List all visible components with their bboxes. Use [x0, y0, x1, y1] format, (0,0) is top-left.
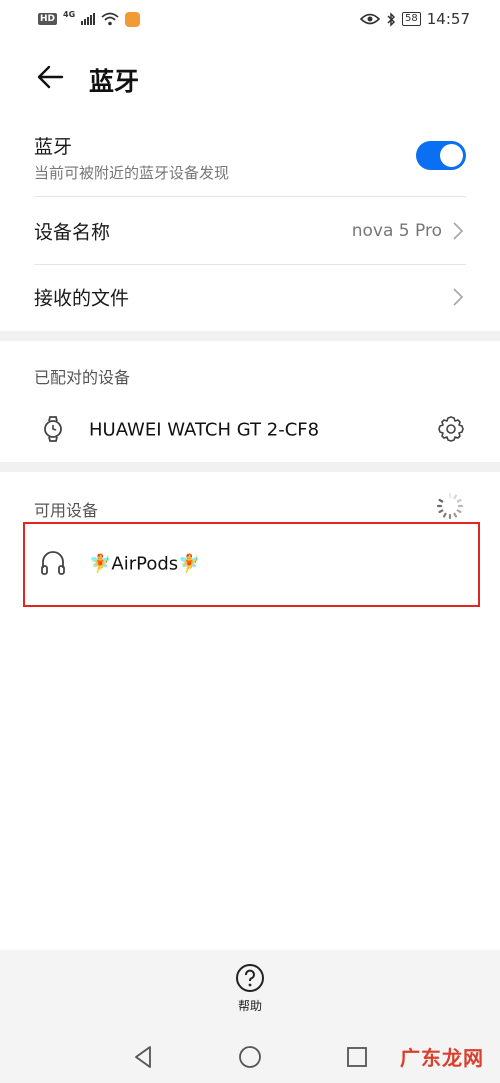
divider — [34, 196, 466, 197]
watermark-text: 广东龙网 — [400, 1046, 484, 1070]
highlight-box — [23, 522, 480, 607]
back-arrow-icon[interactable] — [34, 60, 68, 94]
wifi-icon — [101, 12, 119, 26]
available-devices-title: 可用设备 — [34, 501, 99, 520]
app-header: 蓝牙 — [0, 48, 500, 108]
nav-recents-icon[interactable] — [344, 1044, 370, 1070]
status-right: 58 14:57 — [360, 10, 470, 28]
hd-badge: HD — [38, 13, 58, 25]
help-button[interactable]: 帮助 — [226, 960, 274, 1014]
battery-icon: 58 — [402, 12, 421, 26]
chevron-right-icon — [453, 288, 464, 306]
device-name-label: 设备名称 — [34, 221, 111, 244]
bluetooth-switch[interactable] — [416, 141, 466, 170]
paired-devices-title: 已配对的设备 — [34, 368, 131, 387]
received-files-row[interactable]: 接收的文件 — [34, 265, 466, 329]
switch-knob — [440, 144, 463, 167]
status-left: HD 4G — [38, 9, 141, 27]
device-name-row[interactable]: 设备名称 nova 5 Pro — [34, 198, 466, 264]
help-label: 帮助 — [237, 999, 262, 1013]
eye-comfort-icon — [360, 13, 381, 25]
received-files-label: 接收的文件 — [34, 287, 130, 310]
paired-device-row[interactable]: HUAWEI WATCH GT 2-CF8 — [34, 398, 466, 462]
device-name-value: nova 5 Pro — [351, 221, 442, 241]
scanning-spinner-icon — [436, 492, 464, 520]
chevron-right-icon — [453, 222, 464, 240]
watch-icon — [44, 416, 62, 442]
bluetooth-toggle-row[interactable]: 蓝牙 当前可被附近的蓝牙设备发现 — [34, 128, 466, 196]
bottom-area: 帮助 广东龙网 — [0, 950, 500, 1083]
bluetooth-subtitle: 当前可被附近的蓝牙设备发现 — [34, 164, 230, 182]
page-title: 蓝牙 — [89, 67, 140, 96]
nav-back-icon[interactable] — [130, 1044, 156, 1070]
section-gap — [0, 462, 500, 472]
clock: 14:57 — [426, 10, 470, 28]
section-gap — [0, 331, 500, 341]
help-icon — [236, 964, 264, 992]
notification-app-icon — [125, 11, 141, 27]
paired-device-name: HUAWEI WATCH GT 2-CF8 — [89, 419, 320, 441]
status-bar: HD 4G 58 14:57 — [0, 0, 500, 38]
nav-home-icon[interactable] — [237, 1044, 263, 1070]
bluetooth-label: 蓝牙 — [34, 136, 73, 158]
gear-icon[interactable] — [436, 414, 466, 444]
network-type: 4G — [63, 9, 76, 19]
bluetooth-status-icon — [387, 11, 396, 27]
signal-icon — [81, 13, 96, 25]
